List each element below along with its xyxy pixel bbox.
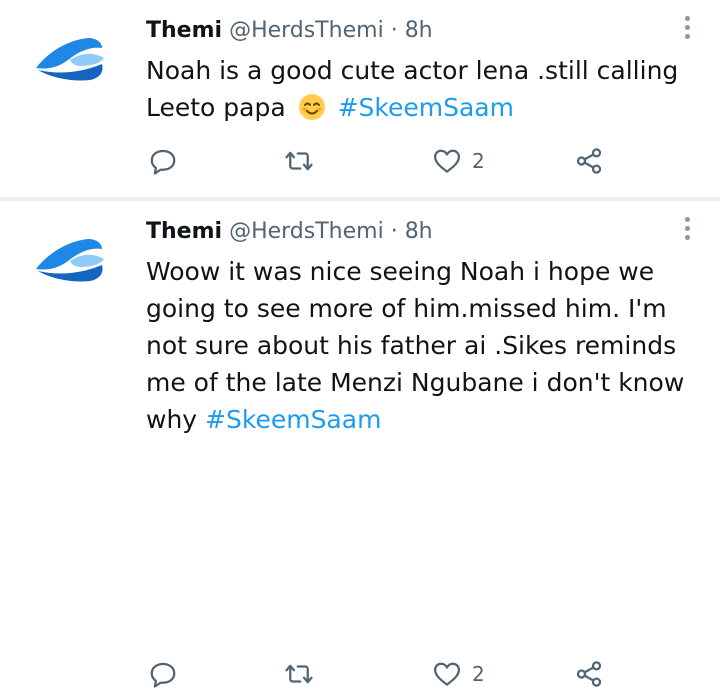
share-icon — [576, 661, 602, 687]
reply-icon — [150, 149, 176, 175]
tweet-actions: 2 — [146, 144, 626, 178]
share-icon — [576, 148, 602, 174]
separator-dot: · — [390, 18, 398, 43]
hashtag-link[interactable]: #SkeemSaam — [338, 93, 514, 122]
display-name[interactable]: Themi — [146, 219, 222, 244]
reply-button[interactable] — [148, 144, 178, 178]
user-handle[interactable]: @HerdsThemi — [229, 219, 384, 244]
retweet-button[interactable] — [284, 144, 314, 178]
tweet-header: Themi @HerdsThemi · 8h — [146, 215, 433, 249]
like-button[interactable]: 2 — [432, 144, 485, 178]
more-options-icon[interactable] — [682, 16, 692, 46]
separator-dot: · — [390, 219, 398, 244]
like-icon — [434, 662, 460, 686]
hashtag-link[interactable]: #SkeemSaam — [205, 405, 381, 434]
like-count: 2 — [472, 149, 485, 173]
tweet-text: Woow it was nice seeing Noah i hope we g… — [146, 253, 706, 438]
retweet-icon — [285, 151, 313, 171]
more-options-icon[interactable] — [682, 217, 692, 247]
reply-button[interactable] — [148, 657, 178, 691]
tweet-text: Noah is a good cute actor lena .still ca… — [146, 52, 706, 126]
display-name[interactable]: Themi — [146, 18, 222, 43]
smiling-face-emoji — [298, 94, 325, 120]
tweet[interactable]: Themi @HerdsThemi · 8h Woow it was nice … — [0, 201, 720, 688]
tweet[interactable]: Themi @HerdsThemi · 8h Noah is a good cu… — [0, 0, 720, 197]
share-button[interactable] — [574, 657, 604, 691]
tweet-header: Themi @HerdsThemi · 8h — [146, 14, 433, 48]
timestamp[interactable]: 8h — [405, 18, 433, 43]
like-count: 2 — [472, 662, 485, 686]
retweet-icon — [285, 664, 313, 684]
avatar[interactable] — [30, 231, 110, 291]
like-button[interactable]: 2 — [432, 657, 485, 691]
avatar[interactable] — [30, 30, 110, 90]
user-handle[interactable]: @HerdsThemi — [229, 18, 384, 43]
like-icon — [434, 149, 460, 173]
retweet-button[interactable] — [284, 657, 314, 691]
share-button[interactable] — [574, 144, 604, 178]
timestamp[interactable]: 8h — [405, 219, 433, 244]
tweet-actions: 2 — [146, 657, 626, 691]
reply-icon — [150, 662, 176, 688]
